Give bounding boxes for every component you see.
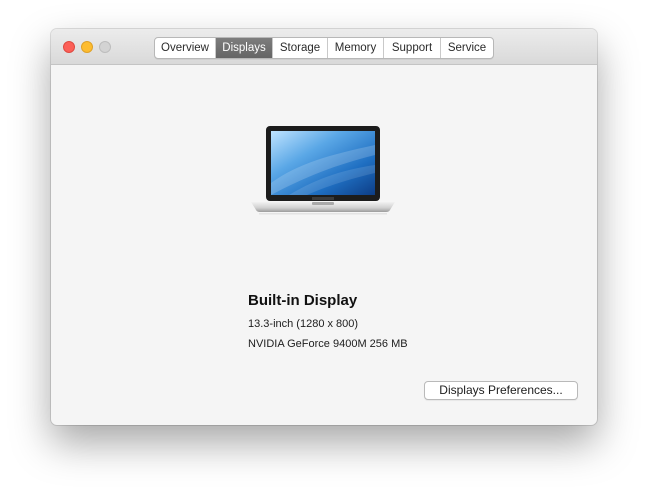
tab-bar: Overview Displays Storage Memory Support… [154, 37, 494, 59]
display-name: Built-in Display [248, 292, 358, 309]
displays-pane: Built-in Display 13.3-inch (1280 x 800) … [51, 65, 597, 425]
display-resolution: 13.3-inch (1280 x 800) [248, 318, 359, 330]
title-bar: Overview Displays Storage Memory Support… [51, 29, 597, 65]
about-this-mac-window: Overview Displays Storage Memory Support… [51, 29, 597, 425]
close-window-button[interactable] [63, 41, 75, 53]
minimize-window-button[interactable] [81, 41, 93, 53]
tab-memory[interactable]: Memory [328, 38, 384, 58]
tab-displays[interactable]: Displays [216, 38, 273, 58]
tab-service[interactable]: Service [441, 38, 493, 58]
tab-support[interactable]: Support [384, 38, 441, 58]
tab-storage[interactable]: Storage [273, 38, 328, 58]
tab-overview[interactable]: Overview [155, 38, 216, 58]
macbook-laptop-icon [249, 125, 397, 215]
graphics-card: NVIDIA GeForce 9400M 256 MB [248, 338, 408, 350]
displays-preferences-button[interactable]: Displays Preferences... [424, 381, 578, 400]
zoom-window-button[interactable] [99, 41, 111, 53]
